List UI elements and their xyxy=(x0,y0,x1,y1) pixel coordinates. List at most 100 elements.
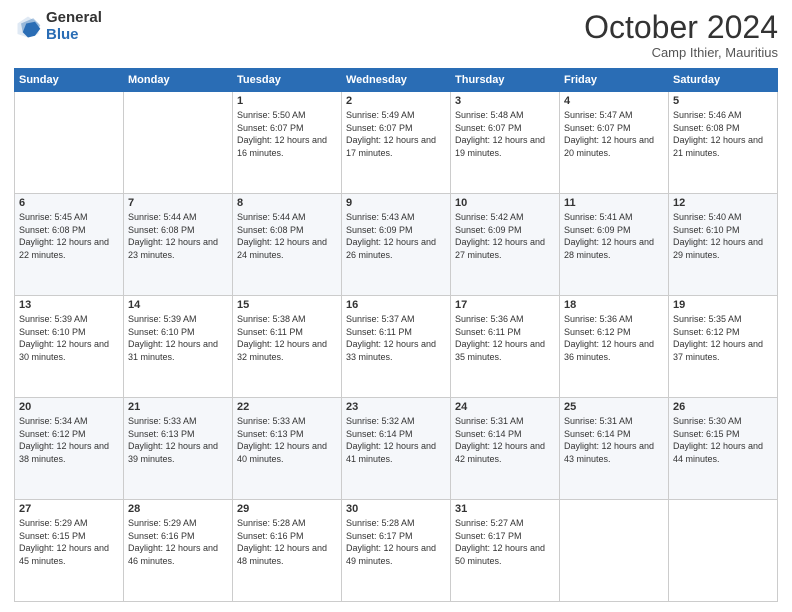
calendar-cell: 7 Sunrise: 5:44 AM Sunset: 6:08 PM Daylig… xyxy=(124,194,233,296)
calendar-cell: 27 Sunrise: 5:29 AM Sunset: 6:15 PM Dayli… xyxy=(15,500,124,602)
day-number: 26 xyxy=(673,401,773,413)
calendar-header-row: SundayMondayTuesdayWednesdayThursdayFrid… xyxy=(15,69,778,92)
day-info: Sunrise: 5:48 AM Sunset: 6:07 PM Dayligh… xyxy=(455,109,555,159)
day-info: Sunrise: 5:36 AM Sunset: 6:12 PM Dayligh… xyxy=(564,313,664,363)
logo: General Blue xyxy=(14,10,102,43)
day-number: 29 xyxy=(237,503,337,515)
day-number: 10 xyxy=(455,197,555,209)
day-info: Sunrise: 5:28 AM Sunset: 6:16 PM Dayligh… xyxy=(237,517,337,567)
day-number: 2 xyxy=(346,95,446,107)
day-info: Sunrise: 5:50 AM Sunset: 6:07 PM Dayligh… xyxy=(237,109,337,159)
day-info: Sunrise: 5:43 AM Sunset: 6:09 PM Dayligh… xyxy=(346,211,446,261)
day-info: Sunrise: 5:36 AM Sunset: 6:11 PM Dayligh… xyxy=(455,313,555,363)
day-number: 11 xyxy=(564,197,664,209)
day-info: Sunrise: 5:28 AM Sunset: 6:17 PM Dayligh… xyxy=(346,517,446,567)
day-info: Sunrise: 5:47 AM Sunset: 6:07 PM Dayligh… xyxy=(564,109,664,159)
day-number: 20 xyxy=(19,401,119,413)
day-number: 27 xyxy=(19,503,119,515)
day-info: Sunrise: 5:33 AM Sunset: 6:13 PM Dayligh… xyxy=(128,415,228,465)
day-info: Sunrise: 5:34 AM Sunset: 6:12 PM Dayligh… xyxy=(19,415,119,465)
header: General Blue October 2024 Camp Ithier, M… xyxy=(14,10,778,60)
calendar-week-row: 6 Sunrise: 5:45 AM Sunset: 6:08 PM Daylig… xyxy=(15,194,778,296)
day-info: Sunrise: 5:42 AM Sunset: 6:09 PM Dayligh… xyxy=(455,211,555,261)
calendar-table: SundayMondayTuesdayWednesdayThursdayFrid… xyxy=(14,68,778,602)
logo-blue: Blue xyxy=(46,27,102,44)
day-info: Sunrise: 5:31 AM Sunset: 6:14 PM Dayligh… xyxy=(455,415,555,465)
calendar-cell: 12 Sunrise: 5:40 AM Sunset: 6:10 PM Dayli… xyxy=(669,194,778,296)
day-number: 17 xyxy=(455,299,555,311)
day-number: 19 xyxy=(673,299,773,311)
weekday-header: Friday xyxy=(560,69,669,92)
day-info: Sunrise: 5:39 AM Sunset: 6:10 PM Dayligh… xyxy=(19,313,119,363)
calendar-cell: 11 Sunrise: 5:41 AM Sunset: 6:09 PM Dayli… xyxy=(560,194,669,296)
month-title: October 2024 xyxy=(584,10,778,45)
day-number: 25 xyxy=(564,401,664,413)
weekday-header: Saturday xyxy=(669,69,778,92)
day-info: Sunrise: 5:35 AM Sunset: 6:12 PM Dayligh… xyxy=(673,313,773,363)
calendar-cell: 10 Sunrise: 5:42 AM Sunset: 6:09 PM Dayli… xyxy=(451,194,560,296)
calendar-cell: 14 Sunrise: 5:39 AM Sunset: 6:10 PM Dayli… xyxy=(124,296,233,398)
day-info: Sunrise: 5:37 AM Sunset: 6:11 PM Dayligh… xyxy=(346,313,446,363)
day-number: 13 xyxy=(19,299,119,311)
day-number: 9 xyxy=(346,197,446,209)
day-number: 24 xyxy=(455,401,555,413)
calendar-cell: 22Sunrise: 5:33 AM Sunset: 6:13 PM Dayli… xyxy=(233,398,342,500)
weekday-header: Sunday xyxy=(15,69,124,92)
calendar-cell: 15Sunrise: 5:38 AM Sunset: 6:11 PM Dayli… xyxy=(233,296,342,398)
calendar-cell: 8 Sunrise: 5:44 AM Sunset: 6:08 PM Daylig… xyxy=(233,194,342,296)
day-info: Sunrise: 5:41 AM Sunset: 6:09 PM Dayligh… xyxy=(564,211,664,261)
day-info: Sunrise: 5:49 AM Sunset: 6:07 PM Dayligh… xyxy=(346,109,446,159)
calendar-cell: 28 Sunrise: 5:29 AM Sunset: 6:16 PM Dayli… xyxy=(124,500,233,602)
calendar-cell: 23Sunrise: 5:32 AM Sunset: 6:14 PM Dayli… xyxy=(342,398,451,500)
day-info: Sunrise: 5:44 AM Sunset: 6:08 PM Dayligh… xyxy=(128,211,228,261)
weekday-header: Monday xyxy=(124,69,233,92)
calendar-cell xyxy=(560,500,669,602)
calendar-cell xyxy=(124,92,233,194)
day-number: 28 xyxy=(128,503,228,515)
day-number: 30 xyxy=(346,503,446,515)
day-number: 14 xyxy=(128,299,228,311)
day-info: Sunrise: 5:30 AM Sunset: 6:15 PM Dayligh… xyxy=(673,415,773,465)
calendar-cell: 19 Sunrise: 5:35 AM Sunset: 6:12 PM Dayli… xyxy=(669,296,778,398)
calendar-week-row: 27 Sunrise: 5:29 AM Sunset: 6:15 PM Dayli… xyxy=(15,500,778,602)
location-subtitle: Camp Ithier, Mauritius xyxy=(584,45,778,60)
calendar-cell: 21 Sunrise: 5:33 AM Sunset: 6:13 PM Dayli… xyxy=(124,398,233,500)
day-number: 21 xyxy=(128,401,228,413)
day-number: 7 xyxy=(128,197,228,209)
calendar-cell: 5Sunrise: 5:46 AM Sunset: 6:08 PM Daylig… xyxy=(669,92,778,194)
day-info: Sunrise: 5:45 AM Sunset: 6:08 PM Dayligh… xyxy=(19,211,119,261)
day-info: Sunrise: 5:29 AM Sunset: 6:15 PM Dayligh… xyxy=(19,517,119,567)
day-info: Sunrise: 5:38 AM Sunset: 6:11 PM Dayligh… xyxy=(237,313,337,363)
calendar-page: General Blue October 2024 Camp Ithier, M… xyxy=(0,0,792,612)
day-info: Sunrise: 5:32 AM Sunset: 6:14 PM Dayligh… xyxy=(346,415,446,465)
calendar-week-row: 20 Sunrise: 5:34 AM Sunset: 6:12 PM Dayli… xyxy=(15,398,778,500)
day-info: Sunrise: 5:39 AM Sunset: 6:10 PM Dayligh… xyxy=(128,313,228,363)
day-info: Sunrise: 5:40 AM Sunset: 6:10 PM Dayligh… xyxy=(673,211,773,261)
calendar-cell: 31Sunrise: 5:27 AM Sunset: 6:17 PM Dayli… xyxy=(451,500,560,602)
day-number: 22 xyxy=(237,401,337,413)
calendar-week-row: 1 Sunrise: 5:50 AM Sunset: 6:07 PM Daylig… xyxy=(15,92,778,194)
day-number: 12 xyxy=(673,197,773,209)
day-info: Sunrise: 5:29 AM Sunset: 6:16 PM Dayligh… xyxy=(128,517,228,567)
day-number: 18 xyxy=(564,299,664,311)
day-number: 4 xyxy=(564,95,664,107)
calendar-cell: 6 Sunrise: 5:45 AM Sunset: 6:08 PM Daylig… xyxy=(15,194,124,296)
calendar-cell: 20 Sunrise: 5:34 AM Sunset: 6:12 PM Dayli… xyxy=(15,398,124,500)
day-info: Sunrise: 5:27 AM Sunset: 6:17 PM Dayligh… xyxy=(455,517,555,567)
day-number: 6 xyxy=(19,197,119,209)
day-number: 16 xyxy=(346,299,446,311)
logo-text: General Blue xyxy=(46,10,102,43)
calendar-cell: 9 Sunrise: 5:43 AM Sunset: 6:09 PM Daylig… xyxy=(342,194,451,296)
day-info: Sunrise: 5:46 AM Sunset: 6:08 PM Dayligh… xyxy=(673,109,773,159)
day-number: 8 xyxy=(237,197,337,209)
calendar-cell: 4 Sunrise: 5:47 AM Sunset: 6:07 PM Daylig… xyxy=(560,92,669,194)
calendar-cell: 30 Sunrise: 5:28 AM Sunset: 6:17 PM Dayli… xyxy=(342,500,451,602)
calendar-cell: 16 Sunrise: 5:37 AM Sunset: 6:11 PM Dayli… xyxy=(342,296,451,398)
calendar-cell: 17 Sunrise: 5:36 AM Sunset: 6:11 PM Dayli… xyxy=(451,296,560,398)
calendar-week-row: 13 Sunrise: 5:39 AM Sunset: 6:10 PM Dayli… xyxy=(15,296,778,398)
day-info: Sunrise: 5:44 AM Sunset: 6:08 PM Dayligh… xyxy=(237,211,337,261)
calendar-cell: 13 Sunrise: 5:39 AM Sunset: 6:10 PM Dayli… xyxy=(15,296,124,398)
calendar-cell: 18 Sunrise: 5:36 AM Sunset: 6:12 PM Dayli… xyxy=(560,296,669,398)
weekday-header: Wednesday xyxy=(342,69,451,92)
day-number: 1 xyxy=(237,95,337,107)
